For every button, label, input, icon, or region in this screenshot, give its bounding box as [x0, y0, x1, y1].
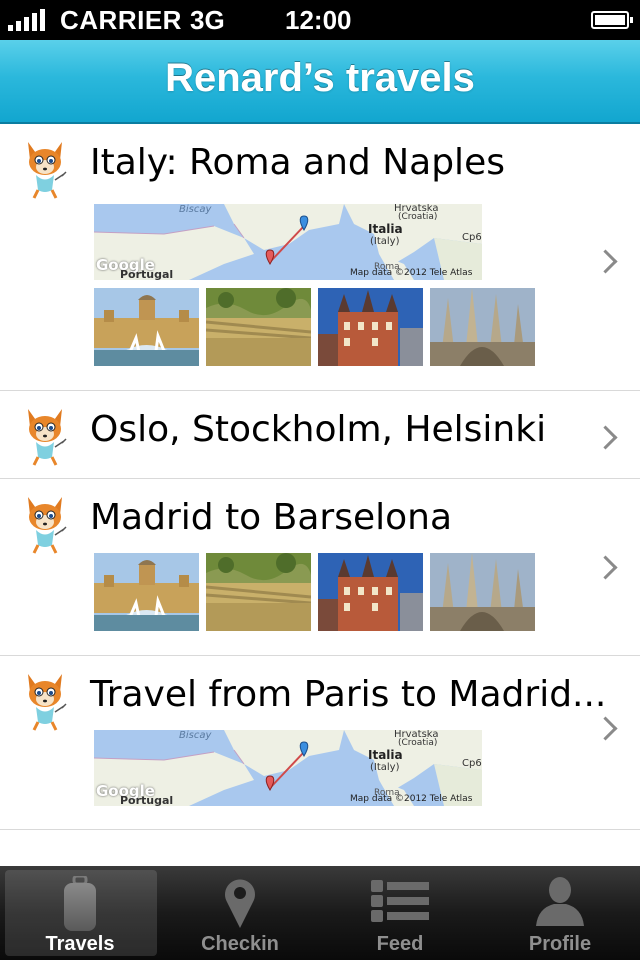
travel-list: Italy: Roma and Naples Biscay Hrvatska (…: [0, 124, 640, 866]
photo-thumbnail[interactable]: [94, 288, 199, 366]
photo-strip: [94, 553, 535, 631]
photo-thumbnail[interactable]: [318, 553, 423, 631]
chevron-right-icon: [593, 249, 618, 274]
chevron-right-icon: [593, 425, 618, 450]
luggage-icon: [64, 876, 96, 931]
travel-title: Travel from Paris to Madrid...: [90, 674, 607, 715]
map-attribution: Map data ©2012 Tele Atlas: [350, 268, 473, 278]
travel-title: Madrid to Barselona: [90, 497, 453, 538]
page-title: Renard’s travels: [165, 56, 475, 100]
carrier-name: CARRIER: [60, 5, 182, 35]
photo-thumbnail[interactable]: [206, 553, 311, 631]
chevron-right-icon: [593, 716, 618, 741]
tab-bar: Travels Checkin Feed Profile: [0, 866, 640, 960]
travel-row[interactable]: Italy: Roma and Naples Biscay Hrvatska (…: [0, 124, 640, 391]
list-icon: [371, 880, 429, 922]
person-icon: [536, 877, 584, 926]
tab-label: Feed: [376, 933, 424, 955]
map-pin-icon: [225, 879, 255, 928]
travel-row[interactable]: Madrid to Barselona: [0, 479, 640, 656]
map-label: Italia: [368, 222, 403, 236]
tab-label: Profile: [528, 933, 592, 955]
map-label: Cp6: [462, 758, 482, 769]
map-label: Biscay: [179, 730, 212, 741]
fox-avatar: [22, 672, 68, 732]
map-label: Portugal: [120, 268, 174, 280]
photo-thumbnail[interactable]: [430, 553, 535, 631]
tab-label: Travels: [45, 933, 115, 955]
photo-strip: [94, 288, 535, 366]
photo-thumbnail[interactable]: [430, 288, 535, 366]
map-label: Italia: [368, 748, 403, 762]
photo-thumbnail[interactable]: [94, 553, 199, 631]
tab-profile[interactable]: Profile: [480, 866, 640, 960]
travel-title: Italy: Roma and Naples: [90, 142, 505, 183]
travel-title: Oslo, Stockholm, Helsinki: [90, 409, 547, 450]
travel-row[interactable]: Oslo, Stockholm, Helsinki: [0, 391, 640, 479]
tab-checkin[interactable]: Checkin: [160, 866, 320, 960]
fox-avatar: [22, 495, 68, 555]
tab-feed[interactable]: Feed: [320, 866, 480, 960]
map-thumbnail: Biscay Hrvatska (Croatia) Italia (Italy)…: [94, 204, 482, 280]
status-time: 12:00: [285, 5, 352, 35]
map-label: (Croatia): [398, 212, 438, 222]
map-label: (Croatia): [398, 738, 438, 748]
fox-avatar: [22, 407, 68, 467]
photo-thumbnail[interactable]: [206, 288, 311, 366]
map-label: Biscay: [179, 204, 212, 215]
map-label: Cp6: [462, 232, 482, 243]
map-label: Portugal: [120, 794, 174, 806]
tab-label: Checkin: [201, 933, 279, 955]
map-thumbnail: Biscay Hrvatska (Croatia) Italia (Italy)…: [94, 730, 482, 806]
photo-thumbnail[interactable]: [318, 288, 423, 366]
navigation-bar: Renard’s travels: [0, 40, 640, 124]
map-attribution: Map data ©2012 Tele Atlas: [350, 794, 473, 804]
map-label: (Italy): [370, 236, 400, 247]
network-type: 3G: [190, 5, 225, 35]
tab-travels[interactable]: Travels: [0, 866, 160, 960]
chevron-right-icon: [593, 555, 618, 580]
travel-row[interactable]: Travel from Paris to Madrid... Biscay Hr…: [0, 656, 640, 830]
fox-avatar: [22, 140, 68, 200]
status-bar: CARRIER 3G 12:00: [0, 0, 640, 40]
battery-icon: [591, 11, 633, 29]
signal-strength-icon: [8, 9, 45, 31]
map-label: (Italy): [370, 762, 400, 773]
